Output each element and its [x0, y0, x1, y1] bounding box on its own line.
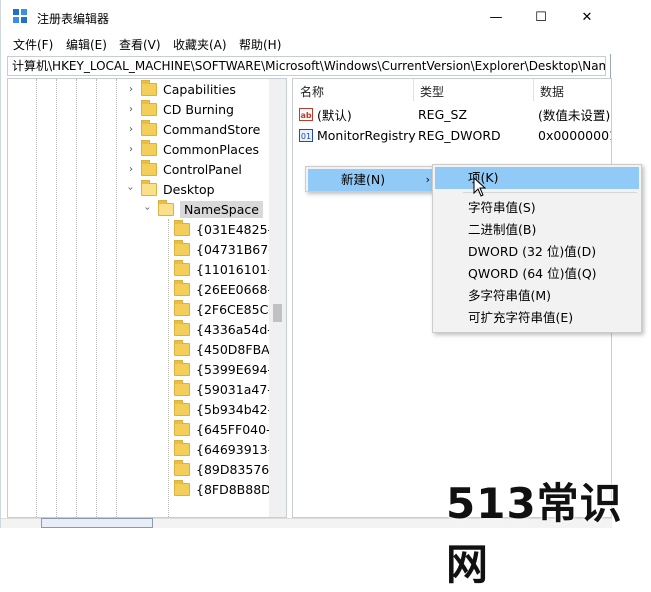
address-bar[interactable]: 计算机\HKEY_LOCAL_MACHINE\SOFTWARE\Microsof… [7, 56, 606, 76]
submenu-arrow-icon: › [425, 173, 430, 186]
tree-item[interactable]: {8FD8B88D-3 [174, 479, 283, 499]
chevron-right-icon[interactable]: › [129, 124, 133, 135]
folder-icon [174, 299, 190, 316]
title-bar[interactable]: 注册表编辑器 — ☐ ✕ [1, 0, 612, 34]
tree-item[interactable]: {04731B67-D [174, 239, 282, 259]
chevron-down-icon[interactable]: › [142, 207, 153, 211]
menu-view[interactable]: 查看(V) [119, 36, 161, 53]
menu-edit[interactable]: 编辑(E) [66, 36, 107, 53]
new-submenu: 项(K) 字符串值(S) 二进制值(B) DWORD (32 位)值(D) QW… [432, 164, 642, 333]
submenu-item-string-value[interactable]: 字符串值(S) [435, 197, 639, 219]
folder-icon [141, 99, 157, 116]
tree-item-label: Capabilities [163, 81, 236, 97]
folder-icon [174, 279, 190, 296]
close-button[interactable]: ✕ [564, 0, 610, 34]
submenu-item-expandable-string-value[interactable]: 可扩充字符串值(E) [435, 307, 639, 329]
maximize-button[interactable]: ☐ [518, 0, 564, 34]
minimize-button[interactable]: — [473, 0, 519, 34]
folder-icon [174, 459, 190, 476]
value-data: (数值未设置) [538, 107, 611, 123]
folder-icon [141, 119, 157, 136]
menu-help[interactable]: 帮助(H) [239, 36, 281, 53]
tree-item[interactable]: ControlPanel [141, 159, 242, 179]
tree-item[interactable]: {59031a47-3f [174, 379, 284, 399]
tree-guide-line [96, 79, 97, 517]
tree-guide-line [56, 79, 57, 517]
folder-icon [174, 379, 190, 396]
tree-guide-line [76, 79, 77, 517]
folder-icon [174, 339, 190, 356]
tree-guide-line [168, 219, 169, 517]
tree-item-desktop[interactable]: Desktop [141, 179, 215, 199]
column-header-name[interactable]: 名称 [300, 83, 324, 100]
chevron-right-icon[interactable]: › [129, 84, 133, 95]
background-button [41, 518, 153, 528]
submenu-item-qword-value[interactable]: QWORD (64 位)值(Q) [435, 263, 639, 285]
tree-vertical-scrollbar[interactable] [269, 79, 286, 517]
submenu-item-key[interactable]: 项(K) [435, 167, 639, 189]
chevron-right-icon[interactable]: › [129, 144, 133, 155]
tree-item-label-selected: NameSpace [180, 200, 263, 218]
tree-item-label: Desktop [163, 181, 215, 197]
folder-icon [174, 319, 190, 336]
folder-icon [141, 79, 157, 96]
tree-item[interactable]: CD Burning [141, 99, 234, 119]
submenu-item-binary-value[interactable]: 二进制值(B) [435, 219, 639, 241]
tree-item[interactable]: {450D8FBA-A [174, 339, 282, 359]
menu-separator [463, 192, 637, 193]
binary-value-icon: 01 [299, 128, 313, 142]
folder-icon [174, 359, 190, 376]
value-row[interactable]: ab (默认) REG_SZ (数值未设置) [299, 104, 610, 124]
column-header-type[interactable]: 类型 [420, 83, 444, 100]
chevron-down-icon[interactable]: › [125, 187, 136, 191]
chevron-right-icon[interactable]: › [129, 164, 133, 175]
folder-icon [141, 139, 157, 156]
context-menu: 新建(N) › [305, 166, 441, 192]
folder-icon [174, 259, 190, 276]
tree-guide-line [36, 79, 37, 517]
context-menu-new[interactable]: 新建(N) › [308, 169, 438, 191]
menu-favorites[interactable]: 收藏夹(A) [173, 36, 227, 53]
watermark-text: 513常识网 [446, 479, 623, 589]
value-type: REG_DWORD [418, 127, 501, 143]
value-type: REG_SZ [418, 106, 468, 122]
folder-icon [141, 159, 157, 176]
tree-item-label: CommandStore [163, 121, 261, 137]
key-tree-pane[interactable]: › Capabilities › CD Burning › CommandSto… [7, 78, 287, 518]
submenu-item-dword-value[interactable]: DWORD (32 位)值(D) [435, 241, 639, 263]
folder-icon [174, 419, 190, 436]
value-data: 0x00000001 [538, 127, 612, 143]
tree-item[interactable]: Capabilities [141, 79, 236, 99]
scrollbar-thumb[interactable] [273, 304, 282, 322]
string-value-icon: ab [299, 107, 313, 121]
tree-item-label: CD Burning [163, 101, 234, 117]
menu-file[interactable]: 文件(F) [13, 36, 53, 53]
tree-item-label: ControlPanel [163, 161, 242, 177]
column-divider[interactable] [533, 79, 534, 101]
mouse-cursor-icon [473, 177, 487, 197]
folder-icon [174, 439, 190, 456]
column-divider[interactable] [413, 79, 414, 101]
folder-icon [174, 399, 190, 416]
chevron-right-icon[interactable]: › [129, 104, 133, 115]
submenu-item-multi-string-value[interactable]: 多字符串值(M) [435, 285, 639, 307]
tree-item-label: CommonPlaces [163, 141, 260, 157]
registry-editor-icon [13, 9, 29, 25]
context-menu-new-label: 新建(N) [341, 172, 386, 187]
folder-icon [174, 479, 190, 496]
tree-item[interactable]: CommandStore [141, 119, 260, 139]
tree-item[interactable]: CommonPlaces [141, 139, 259, 159]
value-name: MonitorRegistry [317, 127, 416, 143]
value-name: (默认) [317, 107, 352, 123]
tree-item-namespace[interactable]: NameSpace [158, 199, 263, 219]
folder-open-icon [158, 199, 174, 216]
column-header-data[interactable]: 数据 [540, 83, 564, 100]
value-row[interactable]: 01 MonitorRegistry REG_DWORD 0x00000001 [299, 125, 612, 145]
tree-guide-line [116, 79, 117, 517]
menu-bar: 文件(F) 编辑(E) 查看(V) 收藏夹(A) 帮助(H) [1, 34, 612, 54]
folder-icon [174, 219, 190, 236]
folder-icon [174, 239, 190, 256]
window-title: 注册表编辑器 [37, 12, 110, 26]
folder-open-icon [141, 179, 157, 196]
